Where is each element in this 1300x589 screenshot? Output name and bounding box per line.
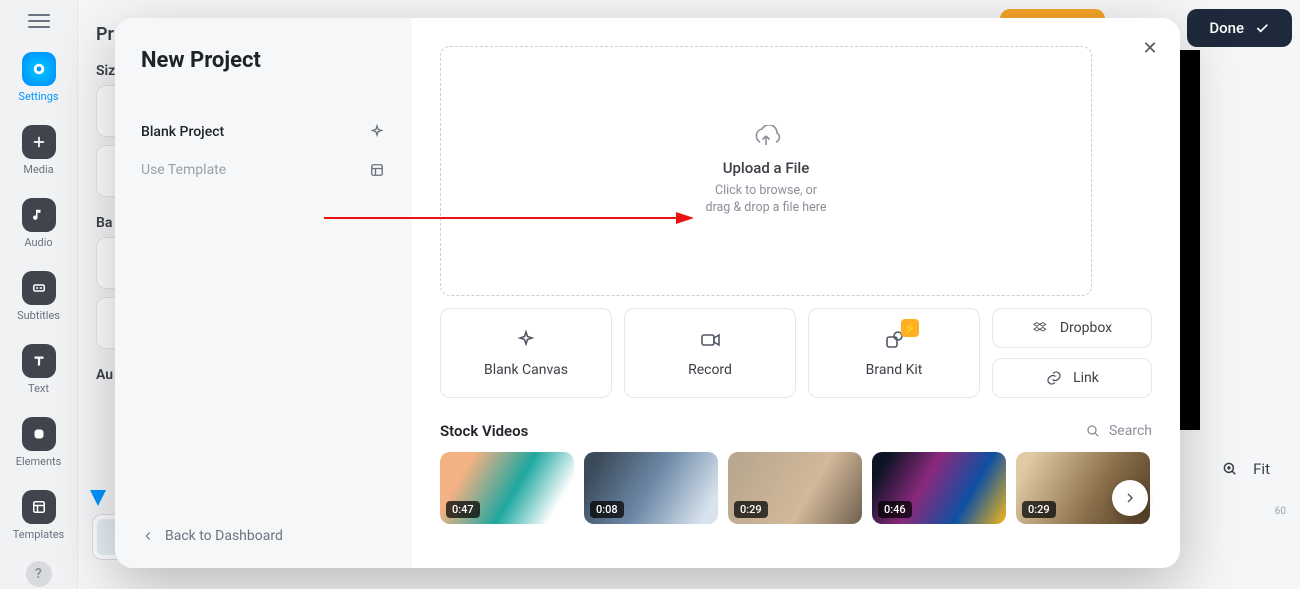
card-label: Dropbox [1060, 320, 1112, 336]
rail-templates[interactable]: Templates [0, 484, 77, 547]
new-project-modal: New Project Blank Project Use Template B… [115, 18, 1180, 568]
rail-elements[interactable]: Elements [0, 411, 77, 474]
tool-rail: Settings Media Audio Subtitles Text Elem… [0, 0, 78, 589]
upload-title: Upload a File [723, 159, 810, 177]
rail-label: Subtitles [17, 309, 60, 322]
zoom-in-icon [1221, 460, 1239, 478]
plus-icon [22, 125, 56, 159]
modal-sidebar: New Project Blank Project Use Template B… [115, 18, 412, 568]
rail-label: Media [23, 163, 53, 176]
rail-media[interactable]: Media [0, 119, 77, 182]
fit-label: Fit [1253, 460, 1270, 478]
stock-thumb[interactable]: 0:29 [728, 452, 862, 524]
upload-icon [751, 125, 781, 153]
stock-thumb[interactable]: 0:47 [440, 452, 574, 524]
stock-title: Stock Videos [440, 422, 528, 440]
template-icon [368, 161, 386, 179]
thumb-duration: 0:08 [590, 501, 624, 518]
search-icon [1085, 423, 1101, 439]
templates-icon [22, 490, 56, 524]
timeline-end-tick: 60 [1275, 506, 1286, 517]
card-record[interactable]: Record [624, 308, 796, 398]
thumb-duration: 0:29 [734, 501, 768, 518]
help-icon[interactable]: ? [26, 561, 52, 587]
rail-label: Elements [16, 455, 62, 468]
back-to-dashboard[interactable]: Back to Dashboard [141, 528, 283, 544]
rail-label: Audio [24, 236, 52, 249]
rail-audio[interactable]: Audio [0, 192, 77, 255]
modal-content: ✕ Upload a File Click to browse, ordrag … [412, 18, 1180, 568]
rail-subtitles[interactable]: Subtitles [0, 265, 77, 328]
card-label: Record [688, 362, 732, 378]
link-icon [1045, 369, 1063, 387]
camera-icon [698, 328, 722, 352]
back-label: Back to Dashboard [165, 528, 283, 544]
sparkle-icon [514, 328, 538, 352]
text-icon [22, 344, 56, 378]
card-blank-canvas[interactable]: Blank Canvas [440, 308, 612, 398]
stock-search[interactable]: Search [1085, 423, 1152, 439]
elements-icon [22, 417, 56, 451]
close-icon[interactable]: ✕ [1138, 36, 1162, 60]
check-icon [1254, 20, 1270, 36]
thumb-duration: 0:29 [1022, 501, 1056, 518]
bolt-badge-icon: ⚡ [901, 319, 919, 337]
card-label: Brand Kit [866, 362, 923, 378]
settings-icon [22, 52, 56, 86]
subtitles-icon [22, 271, 56, 305]
modal-title: New Project [141, 48, 386, 73]
dropbox-icon [1032, 319, 1050, 337]
upload-subtitle: Click to browse, ordrag & drop a file he… [705, 183, 826, 217]
stock-thumb[interactable]: 0:46 [872, 452, 1006, 524]
card-label: Link [1073, 370, 1099, 386]
card-brand-kit[interactable]: ⚡ Brand Kit [808, 308, 980, 398]
thumbs-next-button[interactable] [1112, 480, 1148, 516]
done-button[interactable]: Done [1187, 9, 1292, 47]
done-label: Done [1209, 19, 1244, 37]
thumb-duration: 0:46 [878, 501, 912, 518]
modal-item-blank-project[interactable]: Blank Project [141, 113, 386, 151]
stock-thumb[interactable]: 0:08 [584, 452, 718, 524]
rail-label: Settings [18, 90, 58, 103]
modal-item-use-template[interactable]: Use Template [141, 151, 386, 189]
modal-item-label: Blank Project [141, 124, 224, 140]
card-link[interactable]: Link [992, 358, 1152, 398]
rail-text[interactable]: Text [0, 338, 77, 401]
stock-thumbs: 0:47 0:08 0:29 0:46 0:29 [440, 452, 1152, 524]
fit-control[interactable]: Fit [1221, 460, 1270, 478]
rail-label: Templates [13, 528, 64, 541]
modal-item-label: Use Template [141, 162, 226, 178]
upload-dropzone[interactable]: Upload a File Click to browse, ordrag & … [440, 46, 1092, 296]
thumb-duration: 0:47 [446, 501, 480, 518]
music-note-icon [22, 198, 56, 232]
playhead[interactable] [90, 490, 106, 506]
rail-label: Text [28, 382, 49, 395]
stock-search-label: Search [1109, 423, 1152, 439]
chevron-left-icon [141, 529, 155, 543]
rail-settings[interactable]: Settings [0, 46, 77, 109]
sparkle-icon [368, 123, 386, 141]
hamburger-icon[interactable] [28, 14, 50, 28]
card-label: Blank Canvas [484, 362, 568, 378]
card-dropbox[interactable]: Dropbox [992, 308, 1152, 348]
chevron-right-icon [1122, 490, 1138, 506]
